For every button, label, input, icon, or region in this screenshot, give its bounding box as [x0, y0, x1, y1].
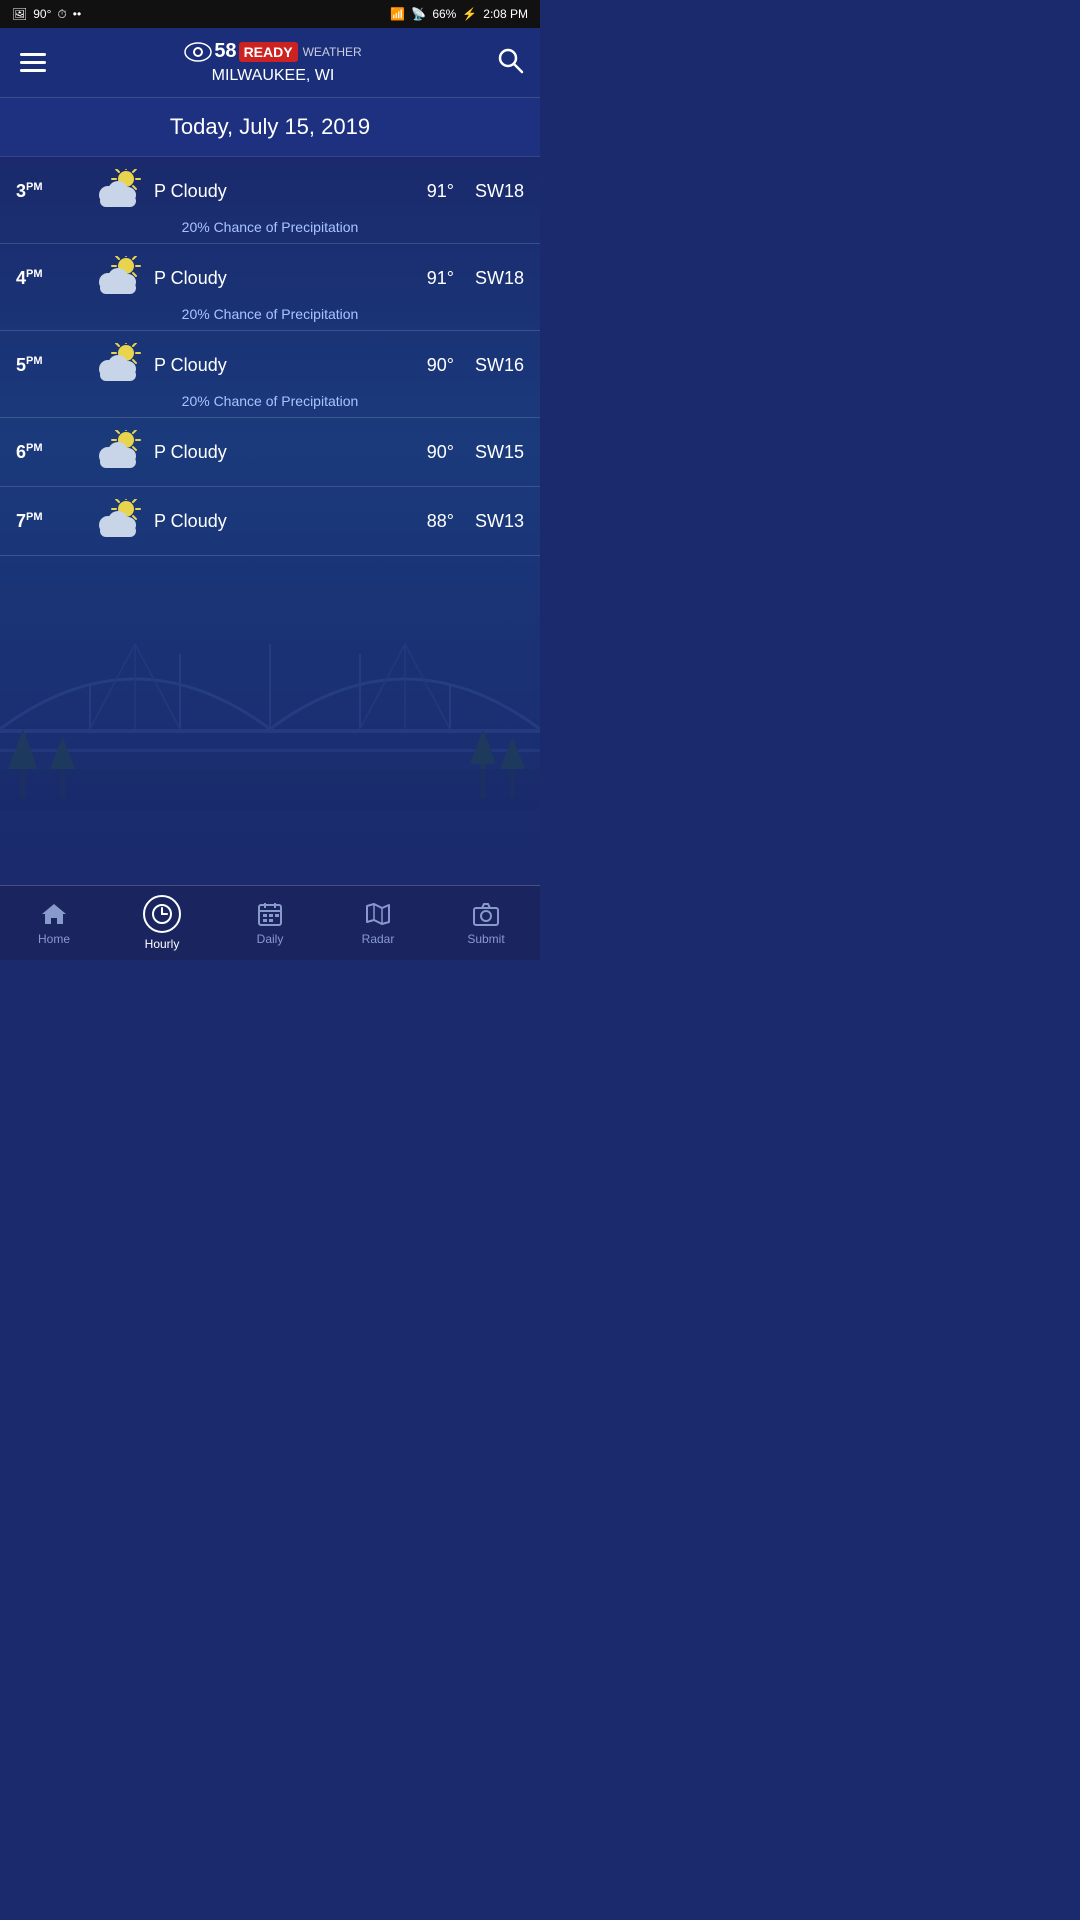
map-icon [364, 900, 392, 928]
logo-weather-text: WEATHER [303, 45, 362, 59]
weather-icon-0 [86, 169, 146, 213]
weather-condition-3: P Cloudy [146, 442, 394, 463]
weather-wind-1: SW18 [454, 268, 524, 289]
weather-wind-0: SW18 [454, 181, 524, 202]
weather-temp-4: 88° [394, 511, 454, 532]
signal-icon: 📡 [411, 7, 426, 21]
weather-item: 4PM P Cloudy 91° [0, 244, 540, 331]
weather-wind-2: SW16 [454, 355, 524, 376]
nav-submit[interactable]: Submit [432, 886, 540, 960]
weather-temp-3: 90° [394, 442, 454, 463]
weather-time-1: 4PM [16, 268, 86, 289]
weather-item: 6PM P Cloudy 90° [0, 418, 540, 487]
weather-wind-3: SW15 [454, 442, 524, 463]
home-icon [40, 900, 68, 928]
clock-time: 2:08 PM [483, 7, 528, 21]
nav-hourly-label: Hourly [145, 937, 180, 951]
precip-chance-2: 20% Chance of Precipitation [16, 393, 524, 409]
photo-icon: 🖼 [12, 7, 27, 21]
logo-brand: 58 READY WEATHER [184, 40, 361, 63]
partly-cloudy-icon [90, 499, 142, 543]
status-bar: 🖼 90° ⏱ •• 📶 📡 66% ⚡ 2:08 PM [0, 0, 540, 28]
weather-condition-2: P Cloudy [146, 355, 394, 376]
weather-condition-1: P Cloudy [146, 268, 394, 289]
app-header: 58 READY WEATHER MILWAUKEE, WI [0, 28, 540, 98]
nav-hourly[interactable]: Hourly [108, 886, 216, 960]
weather-time-2: 5PM [16, 355, 86, 376]
weather-item: 5PM P Cloudy 90° [0, 331, 540, 418]
partly-cloudy-icon [90, 256, 142, 300]
clock-icon [151, 903, 173, 925]
more-icon: •• [73, 7, 81, 21]
partly-cloudy-icon [90, 430, 142, 474]
search-icon [496, 46, 524, 74]
hamburger-line [20, 61, 46, 64]
nav-home[interactable]: Home [0, 886, 108, 960]
hamburger-line [20, 53, 46, 56]
weather-item: 7PM P Cloudy 88° [0, 487, 540, 556]
menu-button[interactable] [16, 49, 50, 76]
weather-time-3: 6PM [16, 442, 86, 463]
weather-temp-2: 90° [394, 355, 454, 376]
nav-daily-label: Daily [257, 932, 284, 946]
nav-radar[interactable]: Radar [324, 886, 432, 960]
current-date: Today, July 15, 2019 [170, 114, 370, 139]
hamburger-line [20, 69, 46, 72]
weather-icon-1 [86, 256, 146, 300]
weather-temp-0: 91° [394, 181, 454, 202]
city-label: MILWAUKEE, WI [212, 67, 335, 85]
weather-icon-3 [86, 430, 146, 474]
nav-home-label: Home [38, 932, 70, 946]
weather-time-4: 7PM [16, 511, 86, 532]
alarm-icon: ⏱ [57, 7, 66, 22]
nav-radar-label: Radar [362, 932, 395, 946]
bottom-navigation: Home Hourly Daily [0, 885, 540, 960]
bridge-background [0, 529, 540, 809]
logo-58: 58 [214, 40, 236, 63]
partly-cloudy-icon [90, 169, 142, 213]
status-left: 🖼 90° ⏱ •• [12, 7, 81, 22]
app-logo: 58 READY WEATHER MILWAUKEE, WI [50, 40, 496, 85]
weather-condition-4: P Cloudy [146, 511, 394, 532]
weather-condition-0: P Cloudy [146, 181, 394, 202]
partly-cloudy-icon [90, 343, 142, 387]
charging-icon: ⚡ [462, 7, 477, 21]
battery-level: 66% [432, 7, 456, 21]
camera-icon [472, 900, 500, 928]
wifi-icon: 📶 [390, 7, 405, 21]
status-right: 📶 📡 66% ⚡ 2:08 PM [390, 7, 528, 21]
nav-submit-label: Submit [467, 932, 504, 946]
search-button[interactable] [496, 46, 524, 80]
cbs-eye-icon [184, 42, 212, 62]
weather-items-container: 3PM P Cloudy 91° [0, 157, 540, 556]
weather-temp-1: 91° [394, 268, 454, 289]
hourly-weather-list: 3PM P Cloudy 91° [0, 157, 540, 869]
weather-item: 3PM P Cloudy 91° [0, 157, 540, 244]
weather-icon-2 [86, 343, 146, 387]
nav-daily[interactable]: Daily [216, 886, 324, 960]
hourly-circle-icon [143, 895, 181, 933]
calendar-icon [256, 900, 284, 928]
precip-chance-0: 20% Chance of Precipitation [16, 219, 524, 235]
date-bar: Today, July 15, 2019 [0, 98, 540, 157]
status-temp: 90° [33, 7, 51, 21]
precip-chance-1: 20% Chance of Precipitation [16, 306, 524, 322]
weather-wind-4: SW13 [454, 511, 524, 532]
weather-time-0: 3PM [16, 181, 86, 202]
weather-icon-4 [86, 499, 146, 543]
logo-ready-badge: READY [239, 42, 298, 62]
